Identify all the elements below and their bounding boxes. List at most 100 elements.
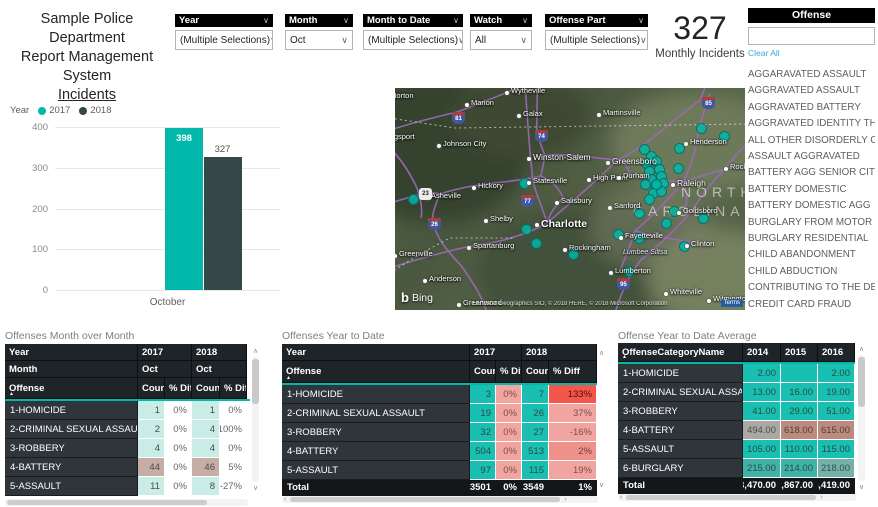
scroll-up-icon[interactable]: ∧ [599,349,604,357]
incident-dot[interactable] [644,194,655,205]
data-cell[interactable]: 19 [470,404,496,423]
data-cell[interactable]: 3549 [522,480,549,496]
row-label[interactable]: 4-BATTERY [5,458,138,477]
row-label[interactable]: 5-ASSAULT [618,440,743,459]
data-cell[interactable]: 133% [549,385,597,404]
data-cell[interactable]: 0% [165,401,192,420]
row-label[interactable]: 4-BATTERY [618,421,743,440]
table3-horizontal-scrollbar[interactable]: ‹ › [618,494,856,501]
data-cell[interactable]: 13.00 [743,383,781,402]
row-label[interactable]: Total [282,480,470,496]
column-header[interactable]: Offense▲ [5,378,138,399]
row-label[interactable]: 2-CRIMINAL SEXUAL ASSAULT [282,404,470,423]
data-cell[interactable]: 3,867.00 [781,478,818,494]
data-cell[interactable]: 8 [192,477,220,496]
bar-2018[interactable] [204,157,242,290]
offense-list-item[interactable]: AGGRAVATED IDENTITY THEFT [748,116,875,132]
data-cell[interactable]: 513 [522,442,549,461]
data-cell[interactable]: 4 [192,439,220,458]
row-label[interactable]: Total [618,478,743,494]
data-cell[interactable]: 100% [220,420,247,439]
offense-list-item[interactable]: CONTRIBUTING TO THE DEP... [748,280,875,296]
column-header[interactable]: Oct [138,361,192,378]
offense-list-item[interactable]: CHILD ABDUCTION [748,264,875,280]
data-cell[interactable]: 97 [470,461,496,480]
column-header[interactable]: Count [522,361,549,383]
row-label[interactable]: 1-HOMICIDE [282,385,470,404]
column-header[interactable]: Count [192,378,220,399]
row-label[interactable]: 3-ROBBERY [282,423,470,442]
row-label[interactable]: 5-ASSAULT [282,461,470,480]
row-label[interactable]: 5-ASSAULT [5,477,138,496]
data-cell[interactable]: 5% [220,458,247,477]
data-cell[interactable]: 1 [138,401,165,420]
data-cell[interactable]: 0% [165,477,192,496]
data-cell[interactable]: 4 [138,439,165,458]
data-cell[interactable]: 2% [549,442,597,461]
row-label[interactable]: 3-ROBBERY [618,402,743,421]
data-cell[interactable]: -27% [220,477,247,496]
data-cell[interactable]: 16.00 [781,383,818,402]
column-header[interactable]: Count [470,361,496,383]
incident-dot[interactable] [661,218,672,229]
column-header[interactable]: 2018 [192,344,247,361]
incident-dot[interactable] [696,123,707,134]
data-cell[interactable]: 46 [192,458,220,477]
legend-item-2017[interactable]: 2017 [38,105,70,116]
row-label[interactable]: 2-CRIMINAL SEXUAL ASSAULT [5,420,138,439]
data-cell[interactable]: 215.00 [743,459,781,478]
row-label[interactable]: 3-ROBBERY [5,439,138,458]
column-header[interactable]: % Diff [496,361,522,383]
scroll-down-icon[interactable]: ∨ [599,481,604,489]
column-header[interactable]: 2015 [781,343,818,362]
offense-list-item[interactable]: ASSAULT AGGRAVATED [748,149,875,165]
offense-list-item[interactable]: CREDIT CARD FRAUD [748,297,875,313]
data-cell[interactable]: 0% [496,442,522,461]
filter-year-dropdown[interactable]: (Multiple Selections)∨ [175,30,273,50]
data-cell[interactable]: 3501 [470,480,496,496]
column-header[interactable]: Month [5,361,138,378]
data-cell[interactable]: 504 [470,442,496,461]
column-header[interactable]: 2016 [818,343,855,362]
data-cell[interactable]: 19.00 [818,383,855,402]
data-cell[interactable]: 3,470.00 [743,478,781,494]
column-header[interactable]: OffenseCategoryName▲ [618,343,743,362]
data-cell[interactable]: 51.00 [818,402,855,421]
column-header[interactable]: % Diff [549,361,597,383]
incident-dot[interactable] [651,179,662,190]
data-cell[interactable]: -16% [549,423,597,442]
offense-list-item[interactable]: BATTERY DOMESTIC [748,182,875,198]
column-header[interactable]: 2017 [470,344,522,361]
offense-list-item[interactable]: BURGLARY RESIDENTIAL [748,231,875,247]
data-cell[interactable]: 115.00 [818,440,855,459]
column-header[interactable]: Offense▲ [282,361,470,383]
data-cell[interactable]: 0% [220,439,247,458]
map-terms-link[interactable]: Terms [721,299,743,307]
incident-dot[interactable] [531,238,542,249]
offense-list-item[interactable]: BATTERY AGG SENIOR CITIZ... [748,165,875,181]
data-cell[interactable]: 41.00 [743,402,781,421]
data-cell[interactable]: 110.00 [781,440,818,459]
data-cell[interactable]: 1% [549,480,597,496]
table1-horizontal-scrollbar[interactable] [5,499,248,506]
data-cell[interactable]: 32 [470,423,496,442]
data-cell[interactable]: 7 [522,385,549,404]
clear-all-link[interactable]: Clear All [748,48,875,58]
row-label[interactable]: 1-HOMICIDE [618,364,743,383]
table1-vertical-scrollbar[interactable]: ∧ ∨ [250,347,261,492]
data-cell[interactable] [781,364,818,383]
data-cell[interactable]: 3 [470,385,496,404]
filter-month-dropdown[interactable]: Oct∨ [285,30,353,50]
data-cell[interactable]: 494.00 [743,421,781,440]
data-cell[interactable]: 1 [192,401,220,420]
incident-dot[interactable] [521,224,532,235]
data-cell[interactable]: 0% [165,458,192,477]
row-label[interactable]: 2-CRIMINAL SEXUAL ASSAULT [618,383,743,402]
offense-list-item[interactable]: BURGLARY FROM MOTOR V... [748,215,875,231]
data-cell[interactable]: 218.00 [818,459,855,478]
data-cell[interactable]: 615.00 [818,421,855,440]
offense-search-input[interactable] [748,27,875,45]
incident-map[interactable]: NORTH CAROLINA NortonMarionWythevilleGal… [395,88,745,310]
data-cell[interactable]: 2 [138,420,165,439]
data-cell[interactable]: 0% [496,385,522,404]
